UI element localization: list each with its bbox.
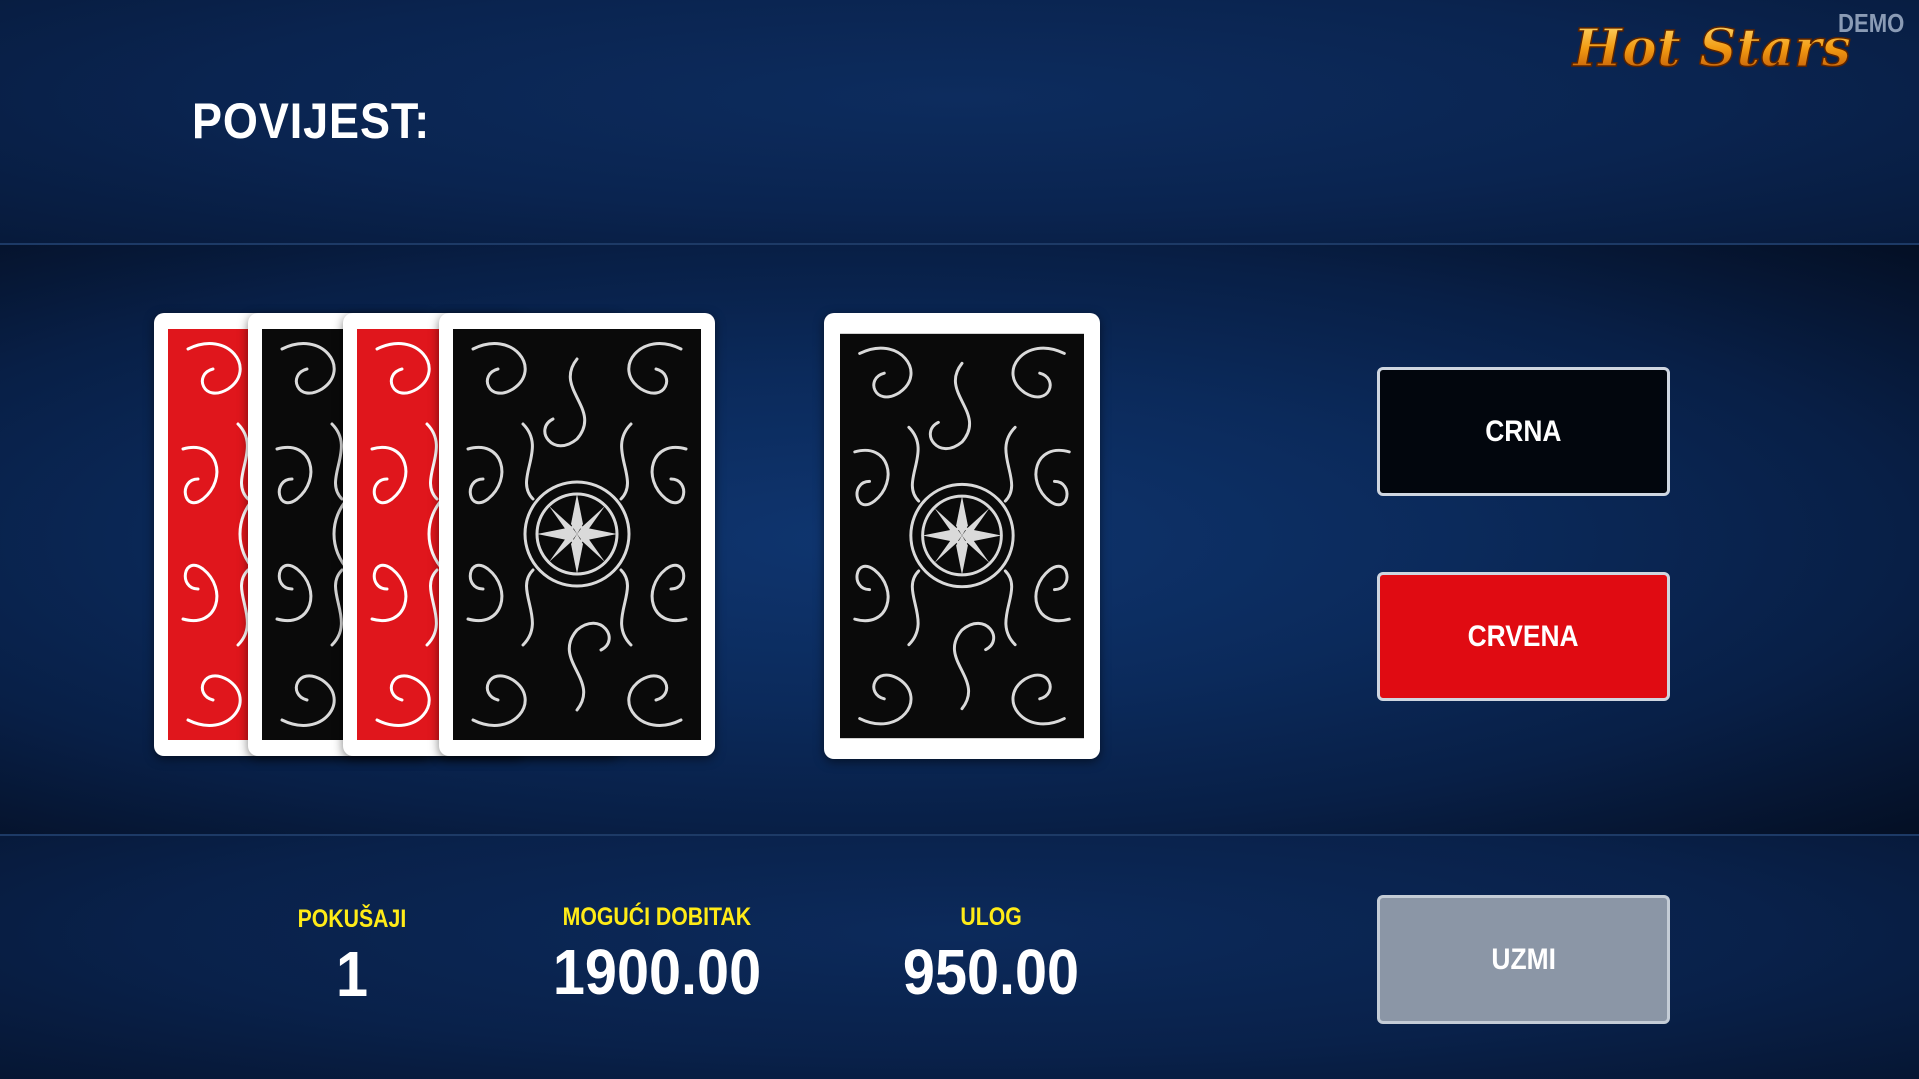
black-button[interactable]: CRNA [1377,367,1670,496]
take-button[interactable]: UZMI [1377,895,1670,1024]
history-title: POVIJEST: [192,93,431,149]
possible-win-value: 1900.00 [552,936,762,1008]
attempts-stat: POKUŠAJI 1 [271,905,433,1006]
red-button[interactable]: CRVENA [1377,572,1670,701]
history-card-4 [439,313,715,756]
attempts-value: 1 [335,938,369,1010]
attempts-label: POKUŠAJI [297,905,407,933]
demo-badge: DEMO [1838,8,1905,38]
logo-text: Hot Stars [1571,18,1851,79]
current-card [824,313,1100,759]
bet-stat: ULOG 950.00 [870,903,1112,1004]
bet-value: 950.00 [902,936,1080,1008]
possible-win-stat: MOGUĆI DOBITAK 1900.00 [527,903,787,1004]
bet-label: ULOG [960,903,1022,931]
possible-win-label: MOGUĆI DOBITAK [562,903,752,931]
